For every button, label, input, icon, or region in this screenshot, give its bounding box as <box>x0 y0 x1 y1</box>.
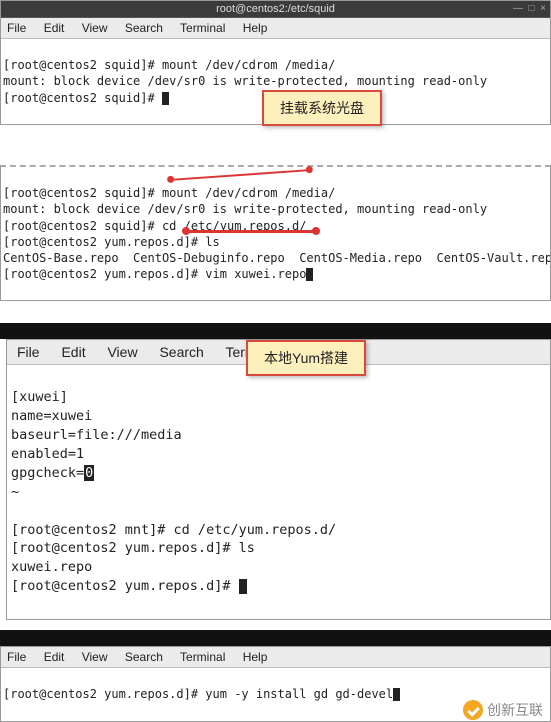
window-title: root@centos2:/etc/squid <box>216 3 335 15</box>
watermark-icon <box>463 700 483 720</box>
menubar-1: File Edit View Search Terminal Help <box>1 18 550 39</box>
titlebar-1: root@centos2:/etc/squid — □ × <box>1 1 550 18</box>
term-line: [root@centos2 squid]# <box>3 91 162 105</box>
window-controls[interactable]: — □ × <box>513 3 546 14</box>
terminal-body-3[interactable]: [xuwei] name=xuwei baseurl=file:///media… <box>7 365 550 619</box>
dark-title-strip <box>0 329 551 339</box>
menu-search[interactable]: Search <box>125 21 163 35</box>
cursor <box>162 92 169 105</box>
watermark-text: 创新互联 <box>487 700 543 720</box>
term-line: [root@centos2 yum.repos.d]# vim xuwei.re… <box>3 267 306 281</box>
menu-help[interactable]: Help <box>243 650 268 664</box>
config-line: enabled=1 <box>11 446 84 462</box>
menu-file[interactable]: File <box>7 650 26 664</box>
cursor <box>239 579 247 594</box>
menu-help[interactable]: Help <box>243 21 268 35</box>
terminal-body-2[interactable]: [root@centos2 squid]# mount /dev/cdrom /… <box>1 167 550 301</box>
term-line: [root@centos2 yum.repos.d]# yum -y insta… <box>3 687 393 701</box>
cursor <box>393 688 400 701</box>
vim-tilde: ~ <box>11 484 19 500</box>
term-line: [root@centos2 squid]# mount /dev/cdrom /… <box>3 186 335 200</box>
term-line: CentOS-Base.repo CentOS-Debuginfo.repo C… <box>3 251 550 265</box>
config-line: [xuwei] <box>11 389 68 405</box>
term-line: [root@centos2 mnt]# cd /etc/yum.repos.d/ <box>11 522 336 538</box>
menu-view[interactable]: View <box>82 650 108 664</box>
callout-label: 本地Yum搭建 <box>264 350 348 366</box>
menu-edit[interactable]: Edit <box>61 344 85 360</box>
term-line: [root@centos2 yum.repos.d]# <box>11 578 239 594</box>
menu-file[interactable]: File <box>17 344 40 360</box>
terminal-window-3: File Edit View Search Terminal Help [xuw… <box>6 339 551 620</box>
menu-edit[interactable]: Edit <box>44 650 65 664</box>
menu-view[interactable]: View <box>107 344 137 360</box>
term-line: [root@centos2 yum.repos.d]# ls <box>3 235 220 249</box>
menubar-4: File Edit View Search Terminal Help <box>1 647 550 668</box>
term-line: xuwei.repo <box>11 559 92 575</box>
menu-file[interactable]: File <box>7 21 26 35</box>
config-line: baseurl=file:///media <box>11 427 182 443</box>
config-line: name=xuwei <box>11 408 92 424</box>
menu-edit[interactable]: Edit <box>44 21 65 35</box>
cursor <box>306 268 313 281</box>
callout-yum: 本地Yum搭建 <box>246 340 366 376</box>
menu-view[interactable]: View <box>82 21 108 35</box>
term-line: mount: block device /dev/sr0 is write-pr… <box>3 74 487 88</box>
term-line: [root@centos2 yum.repos.d]# ls <box>11 540 255 556</box>
term-line: [root@centos2 squid]# mount /dev/cdrom /… <box>3 58 335 72</box>
terminal-window-2: [root@centos2 squid]# mount /dev/cdrom /… <box>0 165 551 302</box>
dark-title-strip <box>0 636 551 646</box>
term-line: mount: block device /dev/sr0 is write-pr… <box>3 202 487 216</box>
menu-terminal[interactable]: Terminal <box>180 21 225 35</box>
annotation-line-2 <box>186 230 316 233</box>
menu-terminal[interactable]: Terminal <box>180 650 225 664</box>
callout-mount: 挂载系统光盘 <box>262 90 382 126</box>
callout-label: 挂载系统光盘 <box>280 100 364 116</box>
config-line: gpgcheck= <box>11 465 84 481</box>
config-char: 0 <box>84 465 94 481</box>
menu-search[interactable]: Search <box>159 344 203 360</box>
menu-search[interactable]: Search <box>125 650 163 664</box>
watermark: 创新互联 <box>463 700 543 720</box>
